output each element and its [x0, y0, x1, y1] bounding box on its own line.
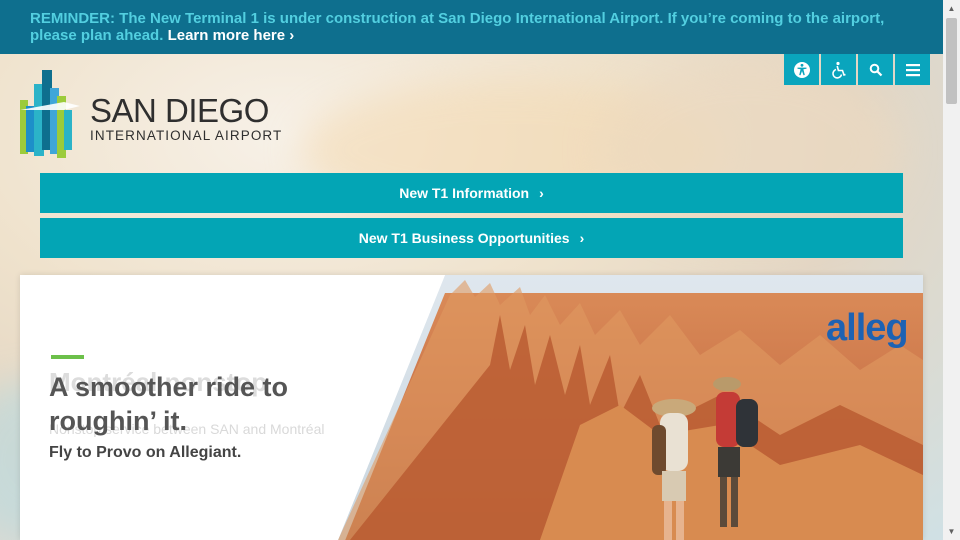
logo-mark-icon [20, 70, 80, 158]
hero-title-line1: A smoother ride to [49, 372, 289, 402]
button-label: New T1 Business Opportunities [358, 230, 570, 246]
utility-toolbar [784, 54, 930, 85]
chevron-right-icon: › [579, 230, 585, 246]
site-logo[interactable]: SAN DIEGO INTERNATIONAL AIRPORT [20, 66, 290, 158]
alert-banner: REMINDER: The New Terminal 1 is under co… [0, 0, 943, 54]
hero-subtitle: Fly to Provo on Allegiant. [49, 444, 242, 461]
new-t1-business-opportunities-button[interactable]: New T1 Business Opportunities › [40, 218, 903, 258]
logo-line1: SAN DIEGO [90, 92, 269, 129]
alert-message: The New Terminal 1 is under construction… [30, 10, 885, 44]
menu-icon[interactable] [895, 54, 930, 85]
alert-label: REMINDER: [30, 10, 115, 27]
search-icon[interactable] [858, 54, 893, 85]
chevron-right-icon: › [539, 185, 544, 201]
learn-more-link[interactable]: Learn more here › [168, 27, 295, 44]
hero-title-line2: roughin’ it. [49, 406, 187, 436]
scrollbar-thumb[interactable] [946, 18, 957, 104]
new-t1-information-button[interactable]: New T1 Information › [40, 173, 903, 213]
logo-line2: INTERNATIONAL AIRPORT [90, 128, 283, 143]
hero-banner[interactable]: Montréal nonstop Nonstop service between… [20, 275, 923, 540]
scroll-down-arrow-icon[interactable]: ▼ [943, 523, 960, 540]
button-label: New T1 Information [399, 185, 530, 201]
page-scrollbar[interactable]: ▲ ▼ [943, 0, 960, 540]
accessibility-icon[interactable] [784, 54, 819, 85]
wheelchair-icon[interactable] [821, 54, 856, 85]
hero-title: A smoother ride to roughin’ it. [49, 370, 288, 438]
scroll-up-arrow-icon[interactable]: ▲ [943, 0, 960, 17]
accent-line [51, 355, 84, 359]
allegiant-logo: alleg [826, 307, 909, 349]
